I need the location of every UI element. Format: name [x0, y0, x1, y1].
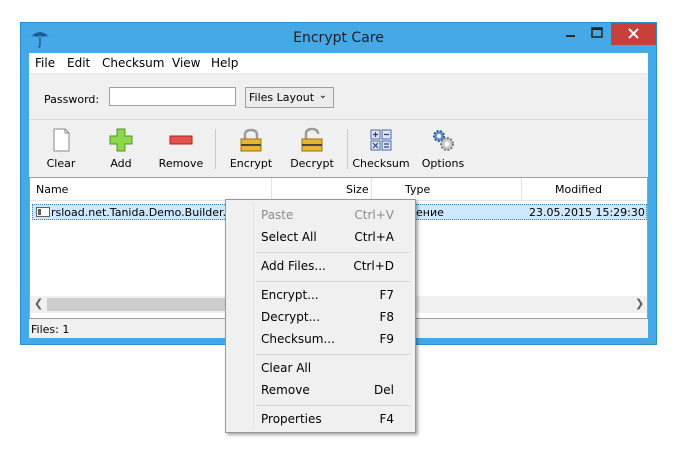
- row-modified: 23.05.2015 15:29:30: [529, 206, 645, 219]
- remove-button[interactable]: Remove: [151, 127, 211, 171]
- column-name[interactable]: Name: [36, 183, 68, 196]
- plus-icon: [109, 128, 133, 152]
- options-button[interactable]: Options: [413, 127, 473, 171]
- select-all-shortcut: Ctrl+A: [354, 230, 394, 244]
- scrollbar-thumb[interactable]: [47, 298, 227, 311]
- menu-item-encrypt[interactable]: Encrypt... F7: [228, 284, 413, 306]
- properties-label: Properties: [261, 412, 322, 426]
- lock-closed-icon: [240, 128, 262, 152]
- menu-item-properties[interactable]: Properties F4: [228, 408, 413, 430]
- password-field[interactable]: [109, 87, 236, 106]
- menu-separator: [256, 354, 411, 355]
- gears-icon: [433, 130, 454, 151]
- layout-select-value: Files Layout: [249, 91, 315, 104]
- checksum-button[interactable]: Checksum: [351, 127, 411, 171]
- encrypt-shortcut: F7: [379, 288, 394, 302]
- column-type[interactable]: Type: [405, 183, 430, 196]
- paste-shortcut: Ctrl+V: [354, 208, 394, 222]
- checksum-shortcut: F9: [379, 332, 394, 346]
- checksum-menu-label: Checksum...: [261, 332, 335, 346]
- context-menu: Paste Ctrl+V Select All Ctrl+A Add Files…: [225, 199, 416, 433]
- menu-file[interactable]: File: [35, 56, 55, 70]
- encrypt-menu-label: Encrypt...: [261, 288, 319, 302]
- blank-file-icon: [53, 128, 70, 152]
- lock-open-icon: [301, 127, 323, 152]
- menu-item-select-all[interactable]: Select All Ctrl+A: [228, 226, 413, 248]
- menu-item-clear-all[interactable]: Clear All: [228, 357, 413, 379]
- scroll-left-icon[interactable]: ❮: [34, 297, 43, 310]
- title-bar[interactable]: Encrypt Care: [21, 23, 656, 53]
- status-files-count: Files: 1: [31, 323, 70, 336]
- file-icon: [36, 207, 50, 217]
- toolbar-separator: [347, 129, 348, 169]
- column-size[interactable]: Size: [346, 183, 369, 196]
- decrypt-label: Decrypt: [290, 157, 334, 170]
- chevron-down-icon: ⌄: [318, 90, 327, 101]
- clear-button[interactable]: Clear: [31, 127, 91, 171]
- select-all-label: Select All: [261, 230, 317, 244]
- close-button[interactable]: [611, 23, 656, 45]
- clear-label: Clear: [46, 157, 76, 170]
- remove-label: Remove: [158, 157, 204, 170]
- column-divider[interactable]: [521, 178, 522, 200]
- encrypt-label: Encrypt: [229, 157, 273, 170]
- add-button[interactable]: Add: [91, 127, 151, 171]
- layout-select[interactable]: Files Layout ⌄: [245, 87, 334, 108]
- menu-help[interactable]: Help: [211, 56, 238, 70]
- menu-item-add-files[interactable]: Add Files... Ctrl+D: [228, 255, 413, 277]
- remove-shortcut: Del: [374, 383, 394, 397]
- decrypt-button[interactable]: Decrypt: [282, 127, 342, 171]
- calculator-icon: [370, 129, 392, 151]
- menu-separator: [256, 405, 411, 406]
- menu-item-decrypt[interactable]: Decrypt... F8: [228, 306, 413, 328]
- scroll-right-icon[interactable]: ❯: [635, 297, 644, 310]
- menu-item-remove[interactable]: Remove Del: [228, 379, 413, 401]
- menu-separator: [256, 281, 411, 282]
- password-label: Password:: [44, 93, 100, 106]
- row-name: rsload.net.Tanida.Demo.Builder.10.0: [51, 206, 251, 219]
- column-divider[interactable]: [271, 178, 272, 200]
- column-modified[interactable]: Modified: [555, 183, 602, 196]
- menu-bar: File Edit Checksum View Help: [29, 53, 648, 74]
- list-header: Name Size Type Modified: [30, 178, 647, 201]
- maximize-icon: [591, 27, 603, 38]
- minus-icon: [169, 135, 193, 145]
- clear-all-label: Clear All: [261, 361, 312, 375]
- encrypt-button[interactable]: Encrypt: [221, 127, 281, 171]
- minimize-icon: [566, 35, 575, 37]
- toolbar-divider: [29, 119, 648, 120]
- decrypt-shortcut: F8: [379, 310, 394, 324]
- menu-checksum[interactable]: Checksum: [102, 56, 164, 70]
- paste-label: Paste: [261, 208, 294, 222]
- properties-shortcut: F4: [379, 412, 394, 426]
- row-type: ение: [416, 206, 444, 219]
- menu-edit[interactable]: Edit: [67, 56, 90, 70]
- checksum-label: Checksum: [352, 157, 410, 170]
- add-files-label: Add Files...: [261, 259, 326, 273]
- add-files-shortcut: Ctrl+D: [353, 259, 394, 273]
- decrypt-menu-label: Decrypt...: [261, 310, 321, 324]
- menu-view[interactable]: View: [172, 56, 200, 70]
- menu-item-checksum[interactable]: Checksum... F9: [228, 328, 413, 350]
- menu-item-paste: Paste Ctrl+V: [228, 204, 413, 226]
- add-label: Add: [110, 157, 132, 170]
- minimize-button[interactable]: [557, 23, 584, 45]
- close-icon: [628, 28, 639, 39]
- menu-separator: [256, 252, 411, 253]
- remove-menu-label: Remove: [261, 383, 310, 397]
- options-label: Options: [421, 157, 465, 170]
- column-divider[interactable]: [371, 178, 372, 200]
- maximize-button[interactable]: [584, 23, 611, 45]
- toolbar-separator: [215, 129, 216, 169]
